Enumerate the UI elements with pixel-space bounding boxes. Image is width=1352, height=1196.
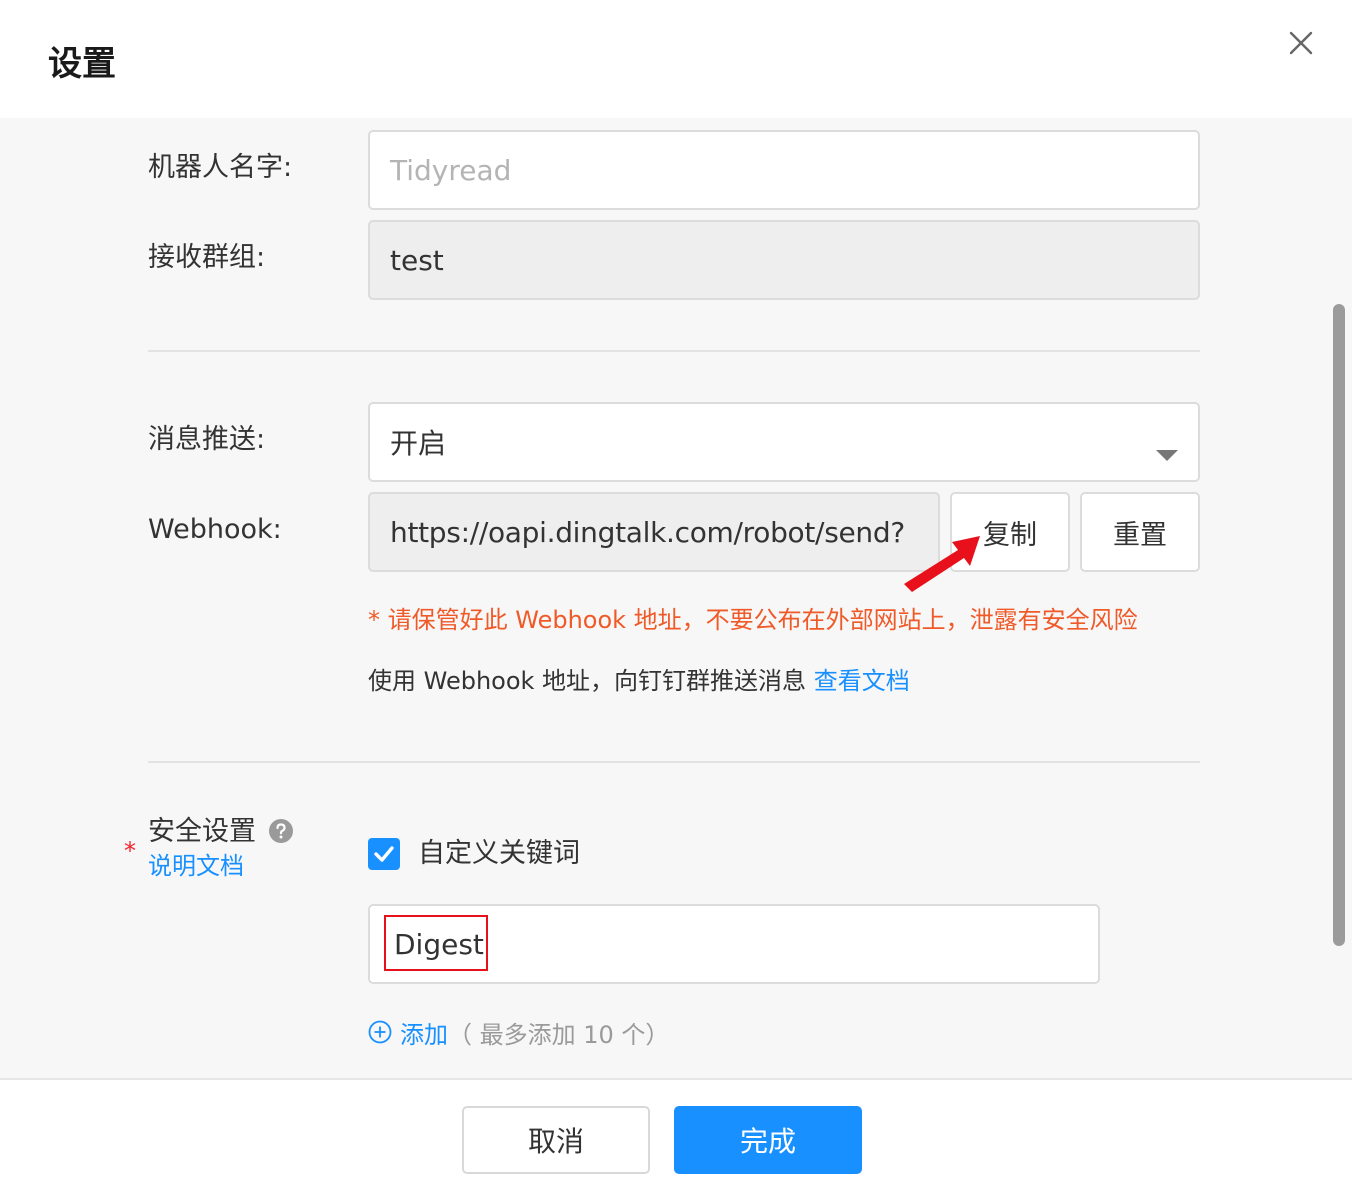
divider [148, 350, 1200, 352]
push-label: 消息推送: [148, 424, 266, 455]
robot-name-input[interactable]: Tidyread [368, 130, 1200, 210]
group-label: 接收群组: [148, 242, 266, 273]
custom-keyword-label: 自定义关键词 [418, 838, 580, 869]
required-mark: * [124, 837, 136, 865]
dialog-footer: 取消 完成 [0, 1078, 1352, 1196]
cancel-button[interactable]: 取消 [462, 1106, 650, 1174]
security-docs-link[interactable]: 说明文档 [148, 846, 244, 886]
keyword-input[interactable]: Digest [368, 904, 1100, 984]
webhook-label: Webhook: [148, 514, 282, 545]
divider [148, 761, 1200, 763]
webhook-field: https://oapi.dingtalk.com/robot/send? [368, 492, 940, 572]
settings-dialog: 设置 机器人名字: Tidyread 接收群组: test 消息推送: 开启 W… [0, 0, 1352, 1196]
close-icon[interactable] [1284, 26, 1318, 60]
add-label: 添加 [400, 1020, 448, 1049]
dialog-title: 设置 [48, 44, 116, 84]
dialog-body: 机器人名字: Tidyread 接收群组: test 消息推送: 开启 Webh… [0, 118, 1352, 1078]
plus-circle-icon [368, 1020, 392, 1044]
confirm-button[interactable]: 完成 [674, 1106, 862, 1174]
scrollbar-thumb[interactable] [1333, 304, 1345, 946]
view-docs-link[interactable]: 查看文档 [814, 667, 910, 695]
webhook-hint-text: 使用 Webhook 地址，向钉钉群推送消息 [368, 667, 807, 695]
add-keyword[interactable]: 添加 （ 最多添加 10 个） [368, 1014, 669, 1050]
group-value: test [390, 243, 444, 277]
keyword-value: Digest [394, 928, 484, 961]
webhook-hint: 使用 Webhook 地址，向钉钉群推送消息 查看文档 [368, 663, 910, 699]
annotation-arrow [904, 536, 980, 592]
robot-name-label: 机器人名字: [148, 152, 293, 183]
add-limit: （ 最多添加 10 个） [448, 1020, 670, 1049]
dialog-header: 设置 [0, 0, 1352, 118]
caret-down-icon [1156, 436, 1178, 469]
robot-name-placeholder: Tidyread [390, 153, 512, 187]
webhook-value: https://oapi.dingtalk.com/robot/send? [390, 515, 905, 549]
reset-button[interactable]: 重置 [1080, 492, 1200, 572]
group-field: test [368, 220, 1200, 300]
webhook-warning: * 请保管好此 Webhook 地址，不要公布在外部网站上，泄露有安全风险 [368, 606, 1138, 634]
question-circle-icon[interactable] [268, 818, 294, 844]
push-select[interactable]: 开启 [368, 402, 1200, 482]
push-value: 开启 [390, 427, 447, 460]
custom-keyword-checkbox[interactable] [368, 838, 400, 870]
